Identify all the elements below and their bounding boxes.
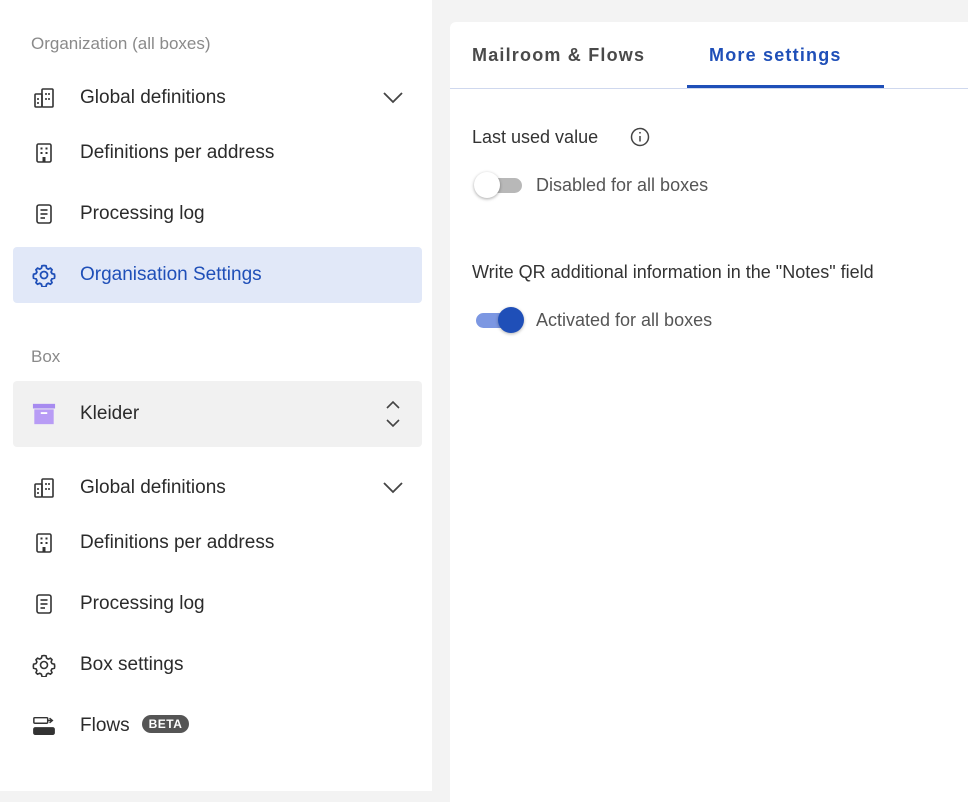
- flows-icon: [32, 714, 56, 738]
- toggle-knob: [474, 172, 500, 198]
- sidebar-item-label: Global definitions: [80, 477, 226, 498]
- sidebar-item-org-definitions-per-address[interactable]: Definitions per address: [13, 125, 422, 181]
- document-icon: [32, 202, 56, 226]
- box-selector[interactable]: Kleider: [13, 381, 422, 447]
- sidebar-item-label: Global definitions: [80, 87, 226, 108]
- settings-panel: Mailroom & Flows More settings Last used…: [450, 22, 968, 802]
- tab-mailroom-flows[interactable]: Mailroom & Flows: [472, 45, 645, 66]
- write-qr-notes-toggle[interactable]: [474, 306, 526, 334]
- active-tab-indicator: [687, 85, 884, 88]
- chevron-up-down-icon: [382, 400, 404, 428]
- sidebar-item-label: Definitions per address: [80, 532, 275, 553]
- chevron-down-icon[interactable]: [382, 477, 404, 499]
- last-used-value-toggle[interactable]: [474, 171, 526, 199]
- tab-more-settings[interactable]: More settings: [709, 45, 842, 66]
- tab-bar: Mailroom & Flows More settings: [450, 22, 968, 89]
- sidebar-item-org-global-definitions[interactable]: Global definitions: [13, 70, 422, 126]
- sidebar-item-label: Box settings: [80, 654, 184, 675]
- sidebar-item-label: Definitions per address: [80, 142, 275, 163]
- sidebar-item-label: Processing log: [80, 203, 205, 224]
- building-icon: [32, 141, 56, 165]
- sidebar-item-flows[interactable]: Flows BETA: [13, 698, 422, 754]
- sidebar-item-box-global-definitions[interactable]: Global definitions: [13, 460, 422, 516]
- beta-badge: BETA: [141, 714, 190, 733]
- sidebar-item-box-processing-log[interactable]: Processing log: [13, 576, 422, 632]
- last-used-value-status: Disabled for all boxes: [536, 175, 709, 195]
- sidebar-item-label: Flows: [80, 715, 130, 736]
- gear-icon: [32, 263, 56, 287]
- box-section-label: Box: [31, 347, 61, 366]
- sidebar-item-org-processing-log[interactable]: Processing log: [13, 186, 422, 242]
- toggle-knob: [498, 307, 524, 333]
- building-grid-icon: [32, 476, 56, 500]
- chevron-down-icon[interactable]: [382, 87, 404, 109]
- org-section-label: Organization (all boxes): [31, 34, 211, 53]
- building-icon: [32, 531, 56, 555]
- sidebar-item-box-settings[interactable]: Box settings: [13, 637, 422, 693]
- building-grid-icon: [32, 86, 56, 110]
- document-icon: [32, 592, 56, 616]
- info-icon[interactable]: [629, 126, 651, 148]
- write-qr-notes-label: Write QR additional information in the "…: [472, 262, 874, 282]
- gear-icon: [32, 653, 56, 677]
- sidebar-item-label: Processing log: [80, 593, 205, 614]
- sidebar: Organization (all boxes) Global definiti…: [0, 0, 432, 791]
- sidebar-item-box-definitions-per-address[interactable]: Definitions per address: [13, 515, 422, 571]
- sidebar-item-label-wrap: Flows BETA: [80, 714, 190, 737]
- box-selector-label: Kleider: [80, 403, 140, 424]
- write-qr-notes-status: Activated for all boxes: [536, 310, 713, 330]
- last-used-value-label: Last used value: [472, 127, 599, 147]
- archive-box-icon: [32, 402, 56, 426]
- sidebar-item-label: Organisation Settings: [80, 264, 262, 285]
- sidebar-item-organisation-settings[interactable]: Organisation Settings: [13, 247, 422, 303]
